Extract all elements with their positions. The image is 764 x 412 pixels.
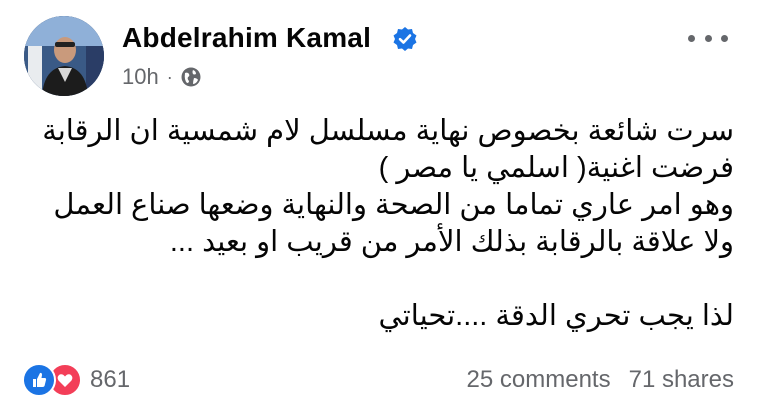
post-body-line: سرت شائعة بخصوص نهاية مسلسل لام شمسية ان… [42,115,734,147]
post-body: سرت شائعة بخصوص نهاية مسلسل لام شمسية ان… [34,113,734,335]
post-timestamp[interactable]: 10h [122,64,159,90]
post-body-line: وهو امر عاري تماما من الصحة والنهاية وضع… [53,189,734,221]
comments-count-link[interactable]: 25 comments [467,366,611,394]
more-options-button[interactable] [688,28,728,48]
more-dot [688,34,695,42]
author-name[interactable]: Abdelrahim Kamal [122,22,371,54]
globe-icon[interactable] [180,66,202,88]
engagement-stats: 25 comments 71 shares [467,366,734,394]
post-body-blank-line [34,261,734,298]
author-avatar[interactable] [24,16,104,96]
post-meta: 10h · [122,64,202,90]
post-body-line: لذا يجب تحري الدقة ....تحياتي [378,300,734,332]
post-body-line: ولا علاقة بالرقابة بذلك الأمر من قريب او… [169,226,734,258]
more-dot [721,34,728,42]
shares-count-link[interactable]: 71 shares [629,366,734,394]
more-dot [704,34,712,42]
reaction-count[interactable]: 861 [90,366,130,394]
like-icon [22,363,56,397]
avatar-photo [24,16,104,96]
facebook-post: Abdelrahim Kamal 10h · سرت شائعة بخصوص ن… [0,0,764,412]
meta-separator: · [166,67,173,87]
post-body-line: فرضت اغنية( اسلمي يا مصر ) [378,152,734,184]
verified-badge-icon [393,27,417,51]
reactions-summary[interactable]: 861 [22,363,130,397]
